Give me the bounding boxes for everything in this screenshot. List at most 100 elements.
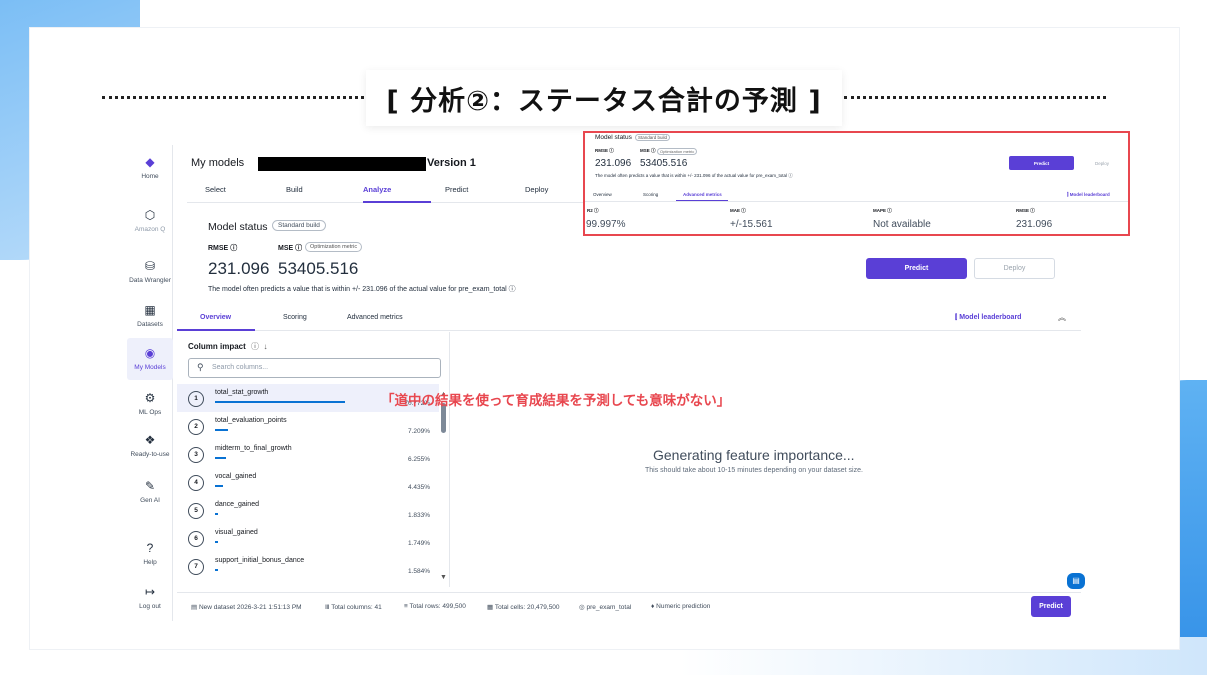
info-icon[interactable]: ⓘ (230, 245, 237, 252)
tab-analyze[interactable]: Analyze (363, 185, 391, 194)
scroll-down-icon[interactable]: ▼ (440, 574, 447, 581)
problem-type: ♦ Numeric prediction (651, 603, 711, 610)
column-impact-row[interactable]: 5 dance_gained 1.833% (177, 496, 439, 524)
sidebar: ◆ Home ⬡ Amazon Q ⛁ Data Wrangler ▦ Data… (127, 145, 173, 621)
sidebar-item-label: Log out (139, 603, 161, 610)
column-impact-title: Column impact (188, 342, 246, 351)
impact-percent: 7.209% (407, 428, 430, 435)
inset-mse-label: MSE ⓘ (640, 148, 656, 153)
datasets-icon: ▦ (144, 303, 156, 317)
info-icon[interactable]: ⓘ (509, 286, 516, 293)
tab-deploy[interactable]: Deploy (525, 185, 548, 194)
search-icon: ⚲ (197, 362, 204, 372)
sidebar-item-ml-ops[interactable]: ⚙ ML Ops (127, 391, 173, 416)
active-subtab-underline (177, 329, 255, 331)
feature-importance-status: Generating feature importance... (653, 447, 855, 463)
inset-tab-scoring[interactable]: Scoring (643, 192, 658, 197)
footer-predict-button[interactable]: Predict (1031, 596, 1071, 617)
sidebar-item-data-wrangler[interactable]: ⛁ Data Wrangler (127, 259, 173, 284)
tab-select[interactable]: Select (205, 185, 226, 194)
inset-tab-overview[interactable]: Overview (593, 192, 612, 197)
column-impact-row[interactable]: 2 total_evaluation_points 7.209% (177, 412, 439, 440)
collapse-icon[interactable]: ︽ (1058, 312, 1066, 323)
info-icon[interactable]: ⓘ (251, 342, 259, 351)
ready-to-use-icon: ❖ (144, 433, 156, 447)
tab-overview[interactable]: Overview (200, 314, 231, 321)
cells-icon: ▦ (487, 604, 494, 611)
column-impact-row[interactable]: 7 support_initial_bonus_dance 1.584% (177, 552, 439, 580)
inset-standard-build-badge: Standard build (635, 134, 671, 141)
tab-predict[interactable]: Predict (445, 185, 468, 194)
inset-tab-advanced-metrics[interactable]: Advanced metrics (683, 192, 722, 197)
home-icon: ◆ (145, 155, 155, 169)
tab-advanced-metrics[interactable]: Advanced metrics (347, 314, 403, 321)
sidebar-item-gen-ai[interactable]: ✎ Gen AI (127, 479, 173, 504)
sidebar-item-home[interactable]: ◆ Home (127, 155, 173, 180)
target-column: ◎ pre_exam_total (579, 604, 632, 611)
column-impact-row[interactable]: 4 vocal_gained 4.435% (177, 468, 439, 496)
column-name: total_evaluation_points (215, 417, 287, 424)
sidebar-item-label: ML Ops (138, 409, 162, 416)
rank-badge: 1 (188, 391, 204, 407)
search-columns-input[interactable]: ⚲ Search columns... (188, 358, 441, 378)
column-impact-row[interactable]: 6 visual_gained 1.749% (177, 524, 439, 552)
column-impact-row[interactable]: 3 midterm_to_final_growth 6.255% (177, 440, 439, 468)
sidebar-item-label: Datasets (137, 321, 163, 328)
sidebar-item-ready-to-use[interactable]: ❖ Ready-to-use (127, 433, 173, 458)
inset-predict-button[interactable]: Predict (1009, 156, 1074, 170)
column-impact-icons: ⓘ ↓ (251, 341, 267, 352)
column-name: total_stat_growth (215, 389, 269, 396)
sidebar-item-help[interactable]: ? Help (127, 541, 173, 566)
model-version: Version 1 (427, 157, 476, 169)
leaderboard-icon: ⫿ (955, 314, 958, 321)
sidebar-item-label: Data Wrangler (129, 277, 171, 284)
dataset-info: ▤ New dataset 2026-3-21 1:51:13 PM (191, 604, 302, 611)
rank-badge: 2 (188, 419, 204, 435)
predict-button[interactable]: Predict (866, 258, 967, 279)
inset-r2-value: 99.997% (586, 219, 626, 230)
sidebar-item-amazon-q[interactable]: ⬡ Amazon Q (127, 208, 173, 233)
rmse-value: 231.096 (208, 259, 270, 278)
inset-mae-value: +/-15.561 (730, 219, 773, 230)
inset-r2-label: R2 ⓘ (587, 208, 599, 213)
rank-badge: 5 (188, 503, 204, 519)
impact-bar (215, 429, 229, 431)
redacted-model-name (258, 157, 426, 171)
impact-bar (215, 485, 224, 487)
sidebar-item-label: Home (141, 173, 159, 180)
inset-tabs: Overview Scoring Advanced metrics ⫿ Mode… (585, 190, 1128, 202)
feature-importance-subtitle: This should take about 10-15 minutes dep… (645, 467, 863, 474)
amazon-q-icon: ⬡ (144, 208, 156, 222)
column-impact-panel: Column impact ⓘ ↓ ⚲ Search columns... 1 t… (177, 332, 450, 587)
inset-deploy-button[interactable]: Deploy (1076, 156, 1128, 170)
rank-badge: 4 (188, 475, 204, 491)
tab-build[interactable]: Build (286, 185, 303, 194)
analysis-tabs: Overview Scoring Advanced metrics ⫿ Mode… (177, 309, 1081, 331)
column-name: midterm_to_final_growth (215, 445, 292, 452)
rank-badge: 3 (188, 447, 204, 463)
model-status-label: Model status (208, 221, 268, 233)
inset-model-status-label: Model status (595, 134, 632, 141)
ml-ops-icon: ⚙ (144, 391, 156, 405)
inset-leaderboard-link[interactable]: ⫿ Model leaderboard (1067, 192, 1110, 197)
inset-optimization-badge: Optimization metric (657, 148, 698, 155)
workflow-tabs: Select Build Analyze Predict Deploy (187, 181, 627, 203)
model-leaderboard-link[interactable]: ⫿ Model leaderboard (955, 314, 1021, 322)
annotation-text: 「道中の結果を使って育成結果を予測しても意味がない」 (381, 393, 731, 409)
active-tab-underline (363, 201, 431, 203)
rank-badge: 6 (188, 531, 204, 547)
slide-title: [ 分析②：ステータス合計の予測 ] (366, 70, 842, 126)
chat-icon[interactable]: ▤ (1067, 573, 1085, 589)
impact-percent: 4.435% (407, 484, 430, 491)
sidebar-item-my-models[interactable]: ◉ My Models (127, 338, 173, 380)
sidebar-item-datasets[interactable]: ▦ Datasets (127, 303, 173, 328)
sidebar-item-log-out[interactable]: ↦ Log out (127, 585, 173, 610)
info-icon[interactable]: ⓘ (295, 245, 302, 252)
total-columns: Ⅲ Total columns: 41 (325, 604, 382, 611)
total-cells: ▦ Total cells: 20,479,500 (487, 604, 560, 611)
tab-scoring[interactable]: Scoring (283, 314, 307, 321)
sort-down-icon[interactable]: ↓ (263, 342, 267, 351)
rows-icon: ≡ (404, 603, 408, 610)
deploy-button[interactable]: Deploy (974, 258, 1055, 279)
column-name: support_initial_bonus_dance (215, 557, 305, 564)
